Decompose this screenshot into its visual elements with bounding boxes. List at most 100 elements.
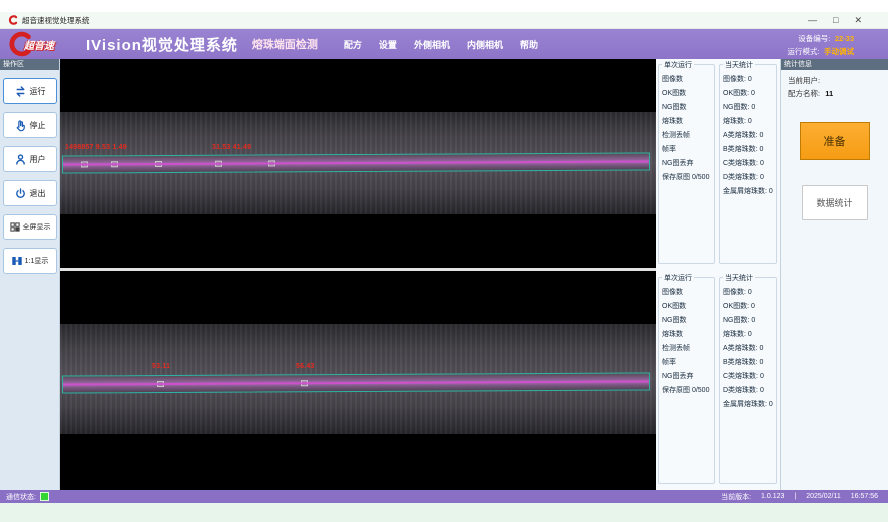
one-to-one-button[interactable]: 1:1显示	[3, 248, 57, 274]
status-separator: |	[794, 493, 796, 500]
stat-row: A类熔珠数: 0	[723, 129, 773, 143]
stop-icon	[14, 119, 27, 132]
group-title: 当天统计	[723, 273, 755, 283]
fullscreen-button-label: 全屏显示	[23, 222, 51, 232]
stop-button-label: 停止	[30, 120, 46, 131]
group-title: 单次运行	[662, 60, 694, 70]
exit-button-label: 退出	[30, 188, 46, 199]
inner-camera-image[interactable]: 53.11 56.43	[60, 271, 656, 490]
stat-row: D类熔珠数: 0	[723, 171, 773, 185]
recipe-name-label: 配方名称:	[788, 89, 820, 98]
stat-row: 金属屑熔珠数: 0	[723, 398, 773, 412]
menu-item-help[interactable]: 帮助	[520, 38, 538, 51]
stat-row: OK图数	[662, 87, 711, 101]
run-icon	[14, 85, 27, 98]
comm-status-label: 通信状态:	[6, 492, 36, 502]
stat-row: NG图数: 0	[723, 314, 773, 328]
operation-sidebar: 操作区 运行 停止	[0, 59, 60, 490]
data-statistics-button[interactable]: 数据统计	[802, 185, 868, 220]
stat-row: NG图丢弃	[662, 157, 711, 171]
window-title: 超音速视觉处理系统	[22, 15, 90, 26]
current-user-row: 当前用户:	[788, 74, 881, 87]
desktop-bottom-strip	[0, 503, 888, 522]
inner-camera-stats: 单次运行 图像数 OK图数 NG图数 熔珠数 检测丢帧 帧率 NG图丢弃 保存原…	[656, 272, 780, 488]
version-value: 1.0.123	[761, 493, 784, 500]
comm-status-indicator	[41, 493, 48, 500]
run-mode-value: 手动调试	[824, 47, 854, 56]
user-icon	[14, 153, 27, 166]
fullscreen-button[interactable]: 全屏显示	[3, 214, 57, 240]
stat-row: 熔珠数: 0	[723, 328, 773, 342]
device-info: 设备编号: 22-33 运行模式: 手动调试	[787, 31, 880, 57]
user-button[interactable]: 用户	[3, 146, 57, 172]
app-logo-icon	[8, 15, 18, 25]
daily-stats-group: 当天统计 图像数: 0 OK图数: 0 NG图数: 0 熔珠数: 0 A类熔珠数…	[719, 64, 777, 264]
exit-icon	[14, 187, 27, 200]
app-header: 超音速 IVision视觉处理系统 熔珠端面检测 配方 设置 外侧相机 内侧相机…	[0, 29, 888, 59]
stat-row: 图像数: 0	[723, 73, 773, 87]
version-label: 当前版本:	[721, 492, 751, 502]
sidebar-title: 操作区	[0, 59, 59, 70]
device-number-value: 22-33	[835, 34, 854, 43]
info-panel-title: 统计信息	[781, 59, 888, 70]
status-date: 2025/02/11	[806, 493, 841, 500]
outer-camera-stats: 单次运行 图像数 OK图数 NG图数 熔珠数 检测丢帧 帧率 NG图丢弃 保存原…	[656, 59, 780, 268]
outer-camera-image[interactable]: 1498857 9.53 1.49 31.53 41.49	[60, 59, 656, 268]
minimize-icon[interactable]: —	[808, 16, 817, 25]
status-bar: 通信状态: 当前版本: 1.0.123 | 2025/02/11 16:57:5…	[0, 490, 888, 503]
brand-logo-text: 超音速	[24, 37, 54, 52]
menu-item-recipe[interactable]: 配方	[344, 38, 362, 51]
stat-row: B类熔珠数: 0	[723, 143, 773, 157]
stat-row: NG图丢弃	[662, 370, 711, 384]
stat-row: 帧率	[662, 356, 711, 370]
close-icon[interactable]: ✕	[854, 16, 862, 25]
page-subtitle: 熔珠端面检测	[252, 36, 318, 52]
window-titlebar: 超音速视觉处理系统 — □ ✕	[0, 12, 888, 29]
device-number-label: 设备编号:	[798, 34, 830, 43]
run-mode-label: 运行模式:	[787, 47, 819, 56]
recipe-name-value: 11	[825, 89, 833, 98]
stat-row: NG图数: 0	[723, 101, 773, 115]
stat-row: C类熔珠数: 0	[723, 157, 773, 171]
stat-row: OK图数: 0	[723, 300, 773, 314]
menu-item-inner-camera[interactable]: 内侧相机	[467, 38, 503, 51]
stat-row: 熔珠数: 0	[723, 115, 773, 129]
stat-row: 检测丢帧	[662, 342, 711, 356]
stat-row: NG图数	[662, 101, 711, 115]
fullscreen-icon	[9, 221, 21, 233]
menu-item-outer-camera[interactable]: 外侧相机	[414, 38, 450, 51]
stat-row: OK图数	[662, 300, 711, 314]
stat-row: 图像数: 0	[723, 286, 773, 300]
stat-row: C类熔珠数: 0	[723, 370, 773, 384]
group-title: 当天统计	[723, 60, 755, 70]
info-panel: 统计信息 当前用户: 配方名称: 11 准备 数据统计	[780, 59, 888, 490]
maximize-icon[interactable]: □	[833, 16, 838, 25]
weld-bead-detection-box	[62, 152, 650, 173]
stat-row: 熔珠数	[662, 328, 711, 342]
statistics-column: 单次运行 图像数 OK图数 NG图数 熔珠数 检测丢帧 帧率 NG图丢弃 保存原…	[656, 59, 780, 490]
single-run-group: 单次运行 图像数 OK图数 NG图数 熔珠数 检测丢帧 帧率 NG图丢弃 保存原…	[658, 277, 715, 484]
measurement-annotation: 53.11	[152, 363, 170, 370]
main-area: 操作区 运行 停止	[0, 59, 888, 490]
camera-viewport: 1498857 9.53 1.49 31.53 41.49 53.11 56.4…	[60, 59, 656, 490]
menu-item-settings[interactable]: 设置	[379, 38, 397, 51]
stat-row: 金属屑熔珠数: 0	[723, 185, 773, 199]
prepare-button[interactable]: 准备	[800, 122, 870, 160]
run-button[interactable]: 运行	[3, 78, 57, 104]
main-menu: 配方 设置 外侧相机 内侧相机 帮助	[344, 38, 538, 51]
status-time: 16:57:56	[851, 493, 878, 500]
run-button-label: 运行	[30, 86, 46, 97]
recipe-row: 配方名称: 11	[788, 87, 881, 100]
exit-button[interactable]: 退出	[3, 180, 57, 206]
stat-row: NG图数	[662, 314, 711, 328]
user-button-label: 用户	[30, 154, 46, 165]
desktop-top-strip	[0, 0, 888, 12]
daily-stats-group: 当天统计 图像数: 0 OK图数: 0 NG图数: 0 熔珠数: 0 A类熔珠数…	[719, 277, 777, 484]
stop-button[interactable]: 停止	[3, 112, 57, 138]
stat-row: D类熔珠数: 0	[723, 384, 773, 398]
measurement-annotation: 31.53 41.49	[212, 144, 251, 151]
stat-row: 保存原图 0/500	[662, 384, 711, 398]
measurement-annotation: 56.43	[296, 363, 315, 370]
stat-row: 熔珠数	[662, 115, 711, 129]
stat-row: OK图数: 0	[723, 87, 773, 101]
